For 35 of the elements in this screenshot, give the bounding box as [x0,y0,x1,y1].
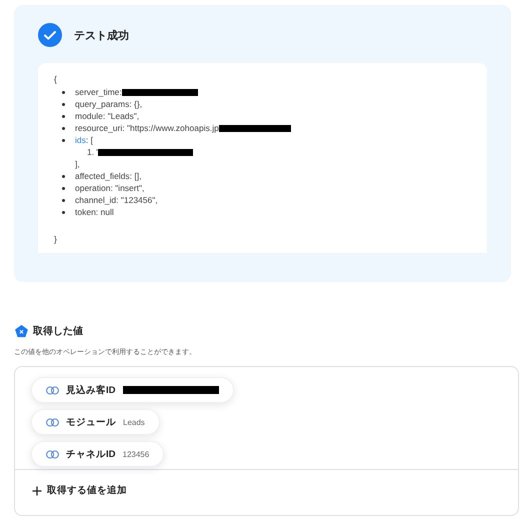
code-line: { [54,74,58,84]
link-icon [46,450,59,458]
bullet-icon [62,174,65,178]
code-line: affected_fields: [], [75,170,142,182]
link-icon [46,386,59,394]
check-icon [38,23,62,47]
code-line: query_params: {}, [75,98,142,110]
code-line: ], [75,158,80,170]
section-title: 取得した値 [33,324,83,338]
code-line: server_time: [75,86,122,98]
bullet-icon [62,198,65,202]
plus-icon [32,486,42,496]
add-value-button[interactable]: 取得する値を追加 [32,482,127,499]
code-line: operation: "insert", [75,182,144,194]
code-line: token: null [75,206,114,218]
value-chip[interactable]: チャネルID 123456 [31,441,164,467]
pentagon-icon [15,324,28,338]
code-line: } [54,234,58,244]
bullet-icon [62,186,65,190]
value-chip[interactable]: 見込み客ID [31,377,234,403]
code-line: resource_uri: "https://www.zohoapis.jp [75,122,219,134]
value-chip[interactable]: モジュール Leads [31,409,160,435]
bullet-icon [62,114,65,118]
bullet-icon [62,102,65,106]
code-line: module: "Leads", [75,110,140,122]
bullet-icon [62,126,65,130]
result-title: テスト成功 [74,28,129,42]
bullet-icon [62,210,65,214]
bullet-icon [62,90,65,94]
code-line: ids: [ [75,134,93,146]
code-line: ' [96,146,98,158]
code-line: channel_id: "123456", [75,194,158,206]
list-number: 1. [87,146,94,158]
link-icon [46,418,59,426]
bullet-icon [62,138,65,142]
